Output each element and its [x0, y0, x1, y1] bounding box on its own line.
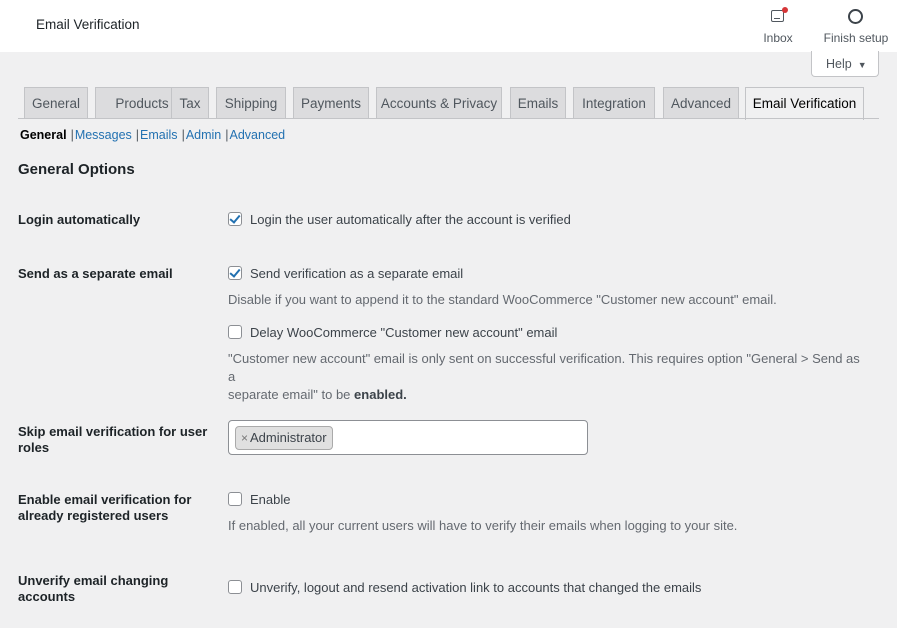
- skip-roles-select[interactable]: × Administrator: [228, 420, 588, 455]
- delay-new-account-description: "Customer new account" email is only sen…: [228, 350, 868, 404]
- unverify-option-label[interactable]: Unverify, logout and resend activation l…: [250, 580, 701, 595]
- tab-emails[interactable]: Emails: [510, 87, 566, 119]
- login-automatically-option-label[interactable]: Login the user automatically after the a…: [250, 212, 571, 227]
- registered-users-label-line1: Enable email verification for: [18, 492, 192, 507]
- registered-users-description: If enabled, all your current users will …: [228, 518, 738, 533]
- login-automatically-label: Login automatically: [18, 212, 141, 227]
- skip-roles-label-line2: roles: [18, 440, 50, 455]
- unverify-label: Unverify email changing accounts: [18, 573, 208, 605]
- finish-setup-button[interactable]: Finish setup: [822, 7, 890, 45]
- caret-down-icon: ▼: [857, 60, 867, 70]
- registered-users-option-label[interactable]: Enable: [250, 492, 290, 507]
- login-automatically-checkbox[interactable]: [228, 212, 242, 226]
- delay-desc-line1: "Customer new account" email is only sen…: [228, 351, 860, 384]
- separate-email-checkbox[interactable]: [228, 266, 242, 280]
- registered-users-label-line2: already registered users: [18, 508, 169, 523]
- registered-users-checkbox[interactable]: [228, 492, 242, 506]
- remove-token-icon[interactable]: ×: [241, 431, 248, 445]
- tab-shipping[interactable]: Shipping: [216, 87, 286, 119]
- tab-email-verification[interactable]: Email Verification: [745, 87, 864, 120]
- unverify-label-line1: Unverify email changing: [18, 573, 169, 588]
- separate-email-option-label[interactable]: Send verification as a separate email: [250, 266, 463, 281]
- subnav-emails[interactable]: Emails: [140, 128, 178, 142]
- inbox-label: Inbox: [763, 31, 793, 45]
- inbox-button[interactable]: Inbox: [760, 7, 796, 45]
- delay-new-account-checkbox[interactable]: [228, 325, 242, 339]
- role-token-label: Administrator: [250, 430, 327, 445]
- section-title: General Options: [18, 161, 135, 178]
- separate-email-description: Disable if you want to append it to the …: [228, 292, 777, 307]
- help-button[interactable]: Help ▼: [811, 51, 879, 77]
- skip-roles-label: Skip email verification for user roles: [18, 424, 208, 456]
- subnav: General |Messages |Emails |Admin |Advanced: [20, 128, 286, 142]
- notification-dot-icon: [782, 7, 788, 13]
- progress-ring-icon: [846, 7, 866, 27]
- role-token-administrator: × Administrator: [235, 426, 333, 450]
- tab-payments[interactable]: Payments: [293, 87, 369, 119]
- subnav-advanced[interactable]: Advanced: [230, 128, 286, 142]
- top-bar: Email Verification Inbox Finish setup: [0, 0, 897, 52]
- tab-advanced[interactable]: Advanced: [663, 87, 739, 119]
- tab-accounts-privacy[interactable]: Accounts & Privacy: [376, 87, 502, 119]
- delay-new-account-label[interactable]: Delay WooCommerce "Customer new account"…: [250, 325, 557, 340]
- skip-roles-label-line1: Skip email verification for user: [18, 424, 208, 439]
- inbox-icon: [768, 7, 788, 27]
- tabs-divider: [18, 118, 879, 119]
- subnav-messages[interactable]: Messages: [75, 128, 132, 142]
- tab-integration[interactable]: Integration: [573, 87, 655, 119]
- tab-general[interactable]: General: [24, 87, 88, 119]
- subnav-general[interactable]: General: [20, 128, 67, 142]
- registered-users-label: Enable email verification for already re…: [18, 492, 208, 524]
- delay-desc-strong: enabled.: [354, 387, 407, 402]
- page-title: Email Verification: [36, 17, 140, 32]
- delay-desc-line2: separate email" to be: [228, 387, 351, 402]
- unverify-checkbox[interactable]: [228, 580, 242, 594]
- subnav-admin[interactable]: Admin: [186, 128, 221, 142]
- help-label: Help: [826, 57, 852, 71]
- separate-email-label: Send as a separate email: [18, 266, 173, 281]
- tab-tax[interactable]: Tax: [171, 87, 209, 119]
- unverify-label-line2: accounts: [18, 589, 76, 604]
- finish-setup-label: Finish setup: [823, 31, 889, 45]
